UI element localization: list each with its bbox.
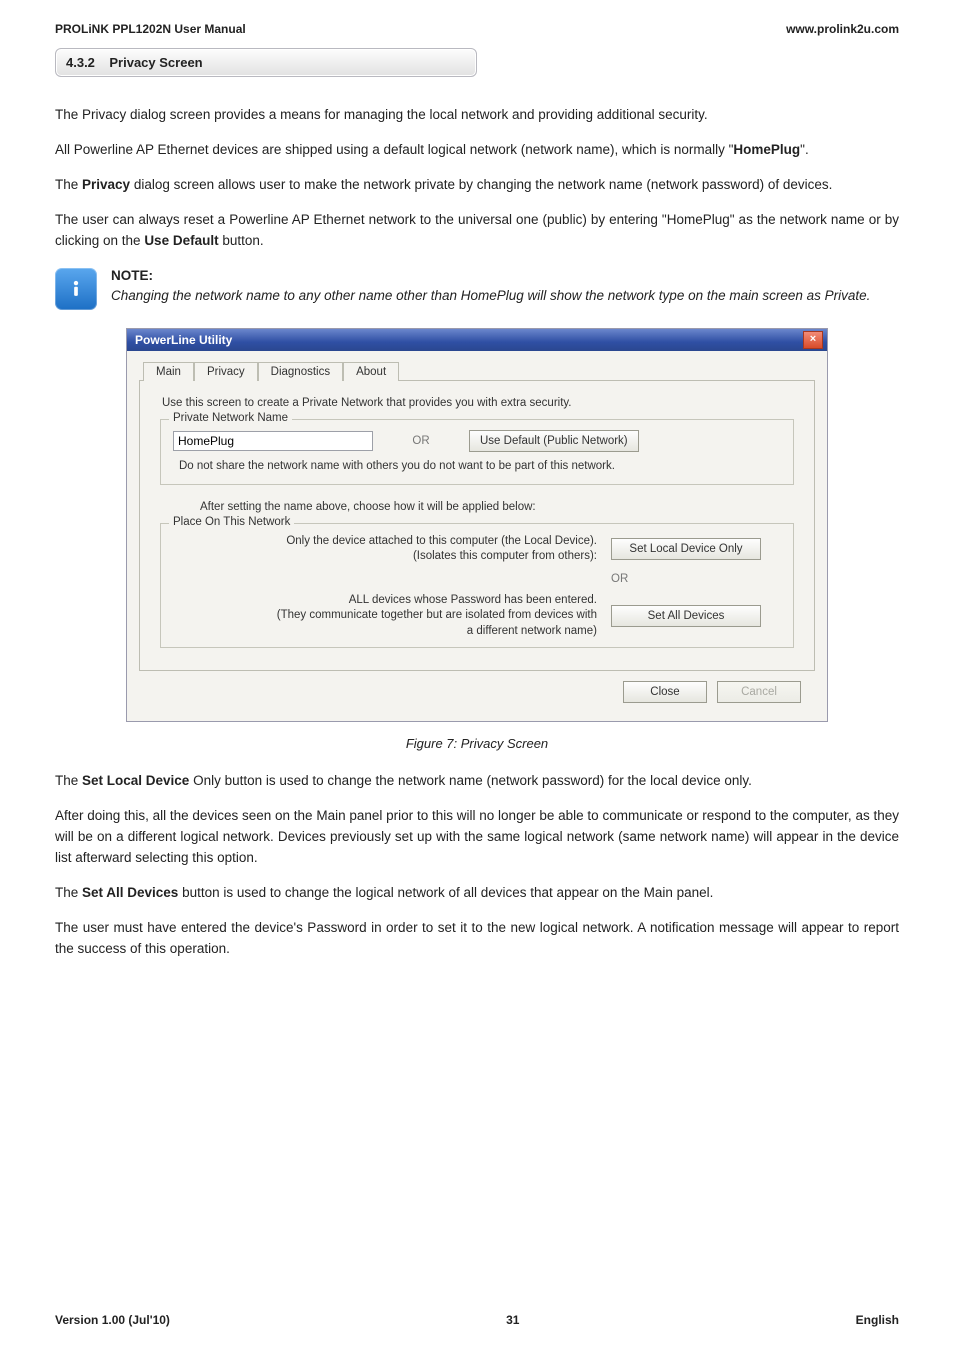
private-network-legend: Private Network Name: [169, 412, 292, 424]
paragraph-4: The user can always reset a Powerline AP…: [55, 210, 899, 252]
paragraph-5: The Set Local Device Only button is used…: [55, 771, 899, 792]
dialog-title: PowerLine Utility: [135, 333, 232, 347]
paragraph-6: After doing this, all the devices seen o…: [55, 806, 899, 869]
tab-privacy[interactable]: Privacy: [194, 362, 258, 381]
powerline-utility-dialog: PowerLine Utility × Main Privacy Diagnos…: [126, 328, 828, 723]
note-block: NOTE: Changing the network name to any o…: [55, 266, 899, 310]
all-devices-text: ALL devices whose Password has been ente…: [173, 593, 597, 640]
page-header: PROLiNK PPL1202N User Manual www.prolink…: [55, 22, 899, 36]
close-button[interactable]: Close: [623, 681, 707, 703]
network-name-warning: Do not share the network name with other…: [179, 460, 781, 472]
privacy-tab-pane: Use this screen to create a Private Netw…: [139, 381, 815, 672]
tab-main[interactable]: Main: [143, 362, 194, 381]
tab-about[interactable]: About: [343, 362, 399, 381]
note-label: NOTE:: [111, 266, 870, 286]
figure-caption: Figure 7: Privacy Screen: [406, 736, 548, 751]
dialog-titlebar: PowerLine Utility ×: [127, 329, 827, 351]
footer-left: Version 1.00 (Jul'10): [55, 1313, 170, 1327]
close-icon[interactable]: ×: [803, 331, 823, 349]
tab-strip: Main Privacy Diagnostics About: [139, 361, 815, 381]
paragraph-8: The user must have entered the device's …: [55, 918, 899, 960]
paragraph-3: The Privacy dialog screen allows user to…: [55, 175, 899, 196]
info-icon: [55, 268, 97, 310]
section-title: Privacy Screen: [109, 55, 202, 70]
place-on-network-group: Place On This Network Only the device at…: [160, 523, 794, 649]
set-local-device-button[interactable]: Set Local Device Only: [611, 538, 761, 560]
private-network-name-group: Private Network Name OR Use Default (Pub…: [160, 419, 794, 485]
network-name-input[interactable]: [173, 431, 373, 451]
use-default-button[interactable]: Use Default (Public Network): [469, 430, 639, 452]
privacy-intro: Use this screen to create a Private Netw…: [162, 397, 798, 409]
section-number: 4.3.2: [66, 55, 95, 70]
header-right: www.prolink2u.com: [786, 22, 899, 36]
place-on-network-legend: Place On This Network: [169, 516, 294, 528]
paragraph-1: The Privacy dialog screen provides a mea…: [55, 105, 899, 126]
footer-center: 31: [506, 1313, 519, 1327]
paragraph-2: All Powerline AP Ethernet devices are sh…: [55, 140, 899, 161]
local-device-text: Only the device attached to this compute…: [173, 534, 597, 565]
tab-diagnostics[interactable]: Diagnostics: [258, 362, 343, 381]
paragraph-7: The Set All Devices button is used to ch…: [55, 883, 899, 904]
section-heading: 4.3.2 Privacy Screen: [55, 48, 477, 77]
note-text: Changing the network name to any other n…: [111, 286, 870, 306]
page-footer: Version 1.00 (Jul'10) 31 English: [55, 1313, 899, 1327]
or-label-2: OR: [611, 573, 781, 585]
cancel-button: Cancel: [717, 681, 801, 703]
after-setting-text: After setting the name above, choose how…: [200, 501, 798, 513]
header-left: PROLiNK PPL1202N User Manual: [55, 22, 246, 36]
set-all-devices-button[interactable]: Set All Devices: [611, 605, 761, 627]
or-label-1: OR: [391, 435, 451, 447]
footer-right: English: [856, 1313, 899, 1327]
